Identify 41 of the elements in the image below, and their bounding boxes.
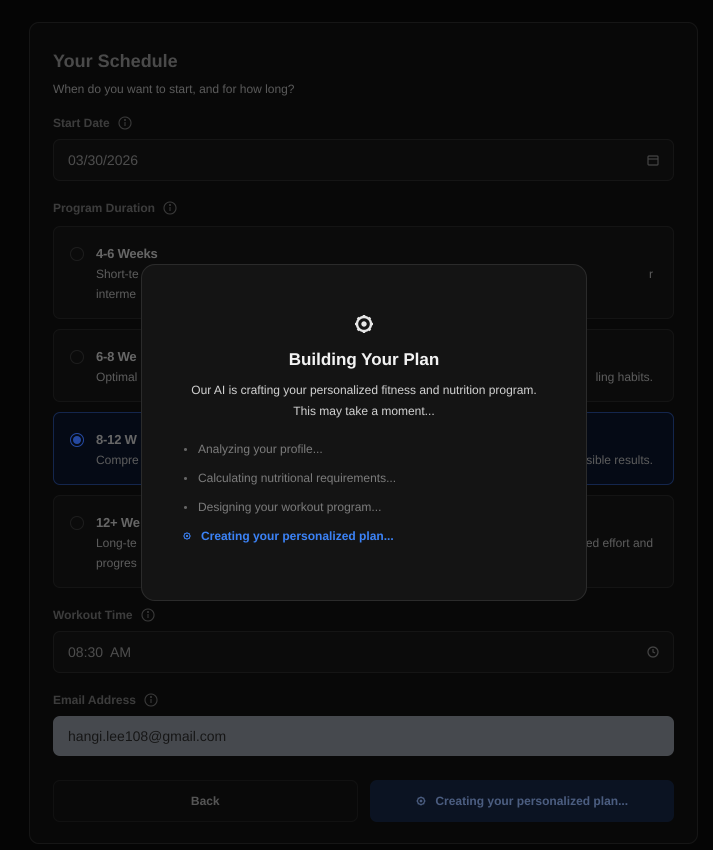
time-field[interactable]: 08:30 AM [53, 631, 674, 673]
option-title: 12+ We [96, 515, 140, 530]
dialog-description: This may take a moment... [292, 403, 436, 420]
dialog-description: Our AI is crafting your personalized fitness and nutrition program. [191, 382, 537, 399]
clock-icon [647, 646, 659, 658]
progress-step: Calculating nutritional requirements... [198, 471, 396, 485]
option-description: Long-te [96, 536, 137, 550]
option-description: Compre [96, 453, 139, 467]
option-description: progres [96, 556, 137, 570]
info-icon [140, 608, 155, 622]
bullet-icon [184, 476, 187, 480]
calendar-icon [647, 154, 659, 166]
radio-button[interactable] [70, 433, 84, 447]
progress-step: Creating your personalized plan... [201, 529, 394, 543]
submit-button[interactable]: Creating your personalized plan... [370, 780, 674, 822]
dialog-title: Building Your Plan [288, 350, 440, 370]
section-title: Your Schedule [53, 51, 179, 72]
bullet-icon [184, 448, 187, 450]
option-description: r [649, 267, 653, 281]
back-button[interactable]: Back [53, 780, 358, 822]
option-description: Short-te [96, 267, 139, 281]
option-description: ed effort and [586, 536, 653, 550]
progress-step: Analyzing your profile... [198, 442, 323, 456]
progress-step: Designing your workout program... [198, 500, 382, 514]
email-field[interactable]: hangi.lee108@gmail.com [53, 716, 674, 756]
option-description: Optimal [96, 370, 138, 384]
info-icon [118, 116, 132, 130]
option-title: 4-6 Weeks [96, 246, 158, 261]
gear-icon [182, 531, 192, 541]
gear-icon [415, 795, 428, 807]
section-subtitle: When do you want to start, and for how long? [53, 82, 296, 96]
gear-icon [352, 312, 376, 336]
option-title: 6-8 We [96, 349, 136, 364]
option-description: interme [96, 287, 136, 301]
info-icon [144, 693, 158, 707]
option-title: 8-12 W [96, 432, 137, 447]
date-field[interactable]: 03/30/2026 [53, 139, 674, 181]
info-icon [163, 201, 178, 215]
option-description: ling habits. [596, 370, 653, 384]
option-description: sible results. [586, 453, 653, 467]
bullet-icon [184, 506, 187, 508]
